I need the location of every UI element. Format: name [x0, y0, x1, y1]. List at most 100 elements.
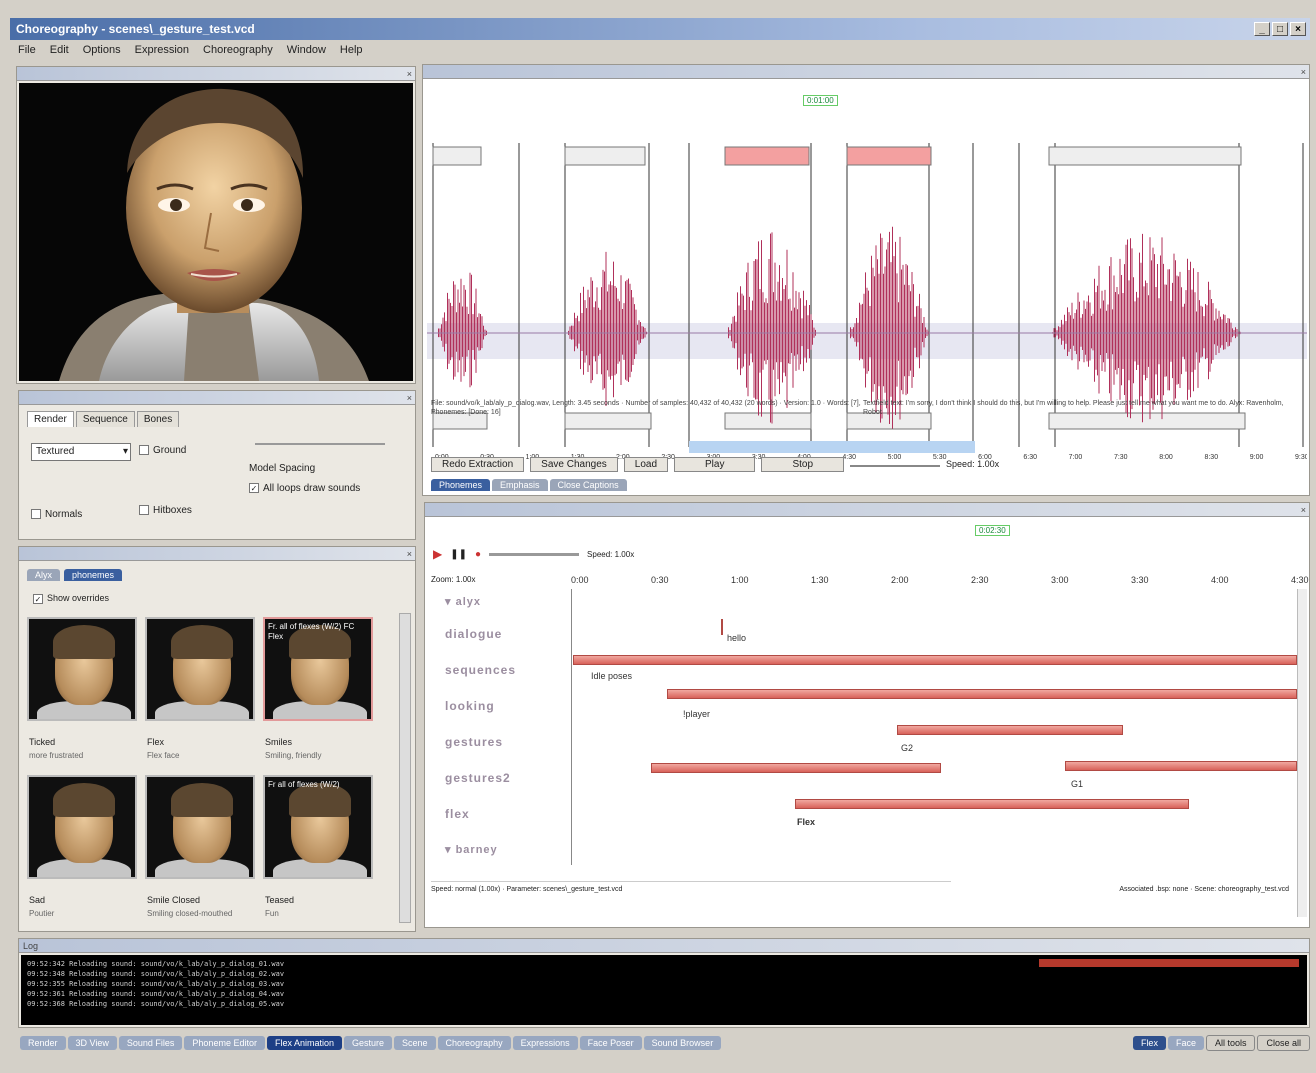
normals-option[interactable]: Normals	[31, 509, 82, 520]
expression-thumb[interactable]	[27, 617, 137, 721]
tab-phonemes[interactable]: Phonemes	[431, 479, 491, 491]
all-tools-button[interactable]: All tools	[1205, 1035, 1256, 1051]
tab-alyx[interactable]: Alyx	[27, 569, 61, 581]
window-tab[interactable]: Render	[20, 1036, 66, 1050]
tab-emphasis[interactable]: Emphasis	[492, 479, 548, 491]
track-flex[interactable]: flex	[445, 807, 470, 821]
menu-expression[interactable]: Expression	[135, 44, 189, 56]
face-tab[interactable]: Face	[1167, 1036, 1204, 1050]
window-tab[interactable]: 3D View	[67, 1036, 117, 1050]
record-icon[interactable]: ●	[475, 549, 481, 560]
scrub-slider[interactable]	[489, 552, 580, 556]
render-mode-dropdown[interactable]: Textured	[31, 443, 131, 461]
window-tab[interactable]: Phoneme Editor	[184, 1036, 265, 1050]
expression-name: Sad	[29, 895, 46, 905]
model-spacing-slider[interactable]	[255, 443, 385, 445]
maximize-icon[interactable]: □	[1272, 22, 1288, 36]
tab-render[interactable]: Render	[27, 411, 74, 427]
looking-event-bar[interactable]	[667, 689, 1297, 699]
stop-button[interactable]: Stop	[761, 457, 845, 472]
track-looking[interactable]: looking	[445, 699, 495, 713]
expression-desc: Poutier	[29, 909, 55, 918]
timeline-tick-label: 3:00	[1051, 575, 1069, 585]
expression-thumb[interactable]	[145, 617, 255, 721]
timeline-tick-label: 1:00	[731, 575, 749, 585]
tab-phonemes[interactable]: phonemes	[64, 569, 123, 581]
gesture2-event-bar[interactable]	[651, 763, 941, 773]
track-gestures2[interactable]: gestures2	[445, 771, 511, 785]
close-icon[interactable]: ×	[1301, 503, 1306, 517]
menu-window[interactable]: Window	[287, 44, 326, 56]
expression-overlay: Fr all of flexes (W/2)	[268, 780, 340, 789]
actor-barney[interactable]: ▾ barney	[445, 843, 498, 856]
expressions-scrollbar[interactable]	[399, 613, 411, 923]
expression-thumb[interactable]	[27, 775, 137, 879]
window-tab[interactable]: Choreography	[437, 1036, 511, 1050]
close-icon[interactable]: ×	[1290, 22, 1306, 36]
dialogue-event-label: hello	[727, 633, 747, 643]
window-tab[interactable]: Face Poser	[579, 1036, 642, 1050]
timeline-footer-left: Speed: normal (1.00x) · Parameter: scene…	[431, 881, 951, 894]
choreography-panel: × 0:02:30 ▶ ❚❚ ● Speed: 1.00x Zoom: 1.00…	[424, 502, 1310, 928]
log-line: 09:52:368 Reloading sound: sound/vo/k_la…	[27, 1000, 285, 1008]
menu-file[interactable]: File	[18, 44, 36, 56]
play-button[interactable]: Play	[674, 457, 756, 472]
menu-options[interactable]: Options	[83, 44, 121, 56]
show-overrides-option[interactable]: ✓ Show overrides	[33, 593, 109, 604]
time-ruler[interactable]: 0:00 0:30 1:00 1:30 2:00 2:30 3:00 3:30 4:00 4:30	[565, 575, 1309, 589]
track-sequences[interactable]: sequences	[445, 663, 516, 677]
selection-range	[689, 441, 975, 453]
window-tab[interactable]: Expressions	[512, 1036, 578, 1050]
close-icon[interactable]: ×	[407, 547, 412, 561]
save-changes-button[interactable]: Save Changes	[530, 457, 618, 472]
close-all-button[interactable]: Close all	[1257, 1035, 1310, 1051]
track-gestures[interactable]: gestures	[445, 735, 503, 749]
flex-tab[interactable]: Flex	[1132, 1036, 1166, 1050]
close-icon[interactable]: ×	[407, 67, 412, 81]
sequence-event-bar[interactable]	[573, 655, 1297, 665]
track-dialogue[interactable]: dialogue	[445, 627, 502, 641]
gesture2-event-label: G1	[1071, 779, 1084, 789]
play-icon[interactable]: ▶	[433, 547, 442, 561]
pause-icon[interactable]: ❚❚	[450, 549, 467, 560]
timeline-scrollbar[interactable]	[1297, 589, 1307, 917]
dialogue-event[interactable]	[721, 619, 723, 635]
hitboxes-option[interactable]: Hitboxes	[139, 505, 192, 516]
window-tab[interactable]: Sound Files	[118, 1036, 183, 1050]
menu-edit[interactable]: Edit	[50, 44, 69, 56]
log-output[interactable]: 09:52:342 Reloading sound: sound/vo/k_la…	[21, 955, 1307, 1025]
face-render-view[interactable]	[19, 83, 413, 381]
actor-alyx[interactable]: ▾ alyx	[445, 595, 481, 608]
expression-thumb-selected[interactable]: Fr. all of flexes (W/2) FC Flex	[263, 617, 373, 721]
word-box	[846, 146, 932, 166]
window-tab[interactable]: Sound Browser	[643, 1036, 722, 1050]
render-options-panel: × Render Sequence Bones Textured Ground …	[18, 390, 416, 540]
menu-choreography[interactable]: Choreography	[203, 44, 273, 56]
tab-close-captions[interactable]: Close Captions	[549, 479, 627, 491]
window-tab[interactable]: Gesture	[344, 1036, 393, 1050]
gesture2-event-bar[interactable]	[1065, 761, 1297, 771]
load-button[interactable]: Load	[623, 457, 669, 472]
gesture-event-bar[interactable]	[897, 725, 1123, 735]
flex-event-bar[interactable]	[795, 799, 1189, 809]
expression-thumb[interactable]	[145, 775, 255, 879]
tab-sequence[interactable]: Sequence	[75, 411, 135, 427]
minimize-icon[interactable]: _	[1254, 22, 1270, 36]
all-loops-option[interactable]: ✓ All loops draw sounds	[249, 483, 360, 494]
close-icon[interactable]: ×	[407, 391, 412, 405]
speed-slider[interactable]	[850, 465, 941, 467]
window-tab-active[interactable]: Flex Animation	[266, 1036, 342, 1050]
tab-bones[interactable]: Bones	[136, 411, 180, 427]
window-tab[interactable]: Scene	[394, 1036, 436, 1050]
expression-name: Ticked	[29, 737, 56, 747]
menu-help[interactable]: Help	[340, 44, 363, 56]
expressions-panel: × Alyx phonemes ✓ Show overrides Ticked m…	[18, 546, 416, 932]
window-tabs-bar: Render 3D View Sound Files Phoneme Edito…	[18, 1030, 1310, 1056]
redo-extraction-button[interactable]: Redo Extraction	[431, 457, 525, 472]
looking-event-label: !player	[683, 709, 711, 719]
ground-option[interactable]: Ground	[139, 445, 186, 456]
timeline-tick-label: 4:30	[1291, 575, 1309, 585]
expression-thumb[interactable]: Fr all of flexes (W/2)	[263, 775, 373, 879]
close-icon[interactable]: ×	[1301, 65, 1306, 79]
checkbox-checked-icon: ✓	[249, 483, 259, 494]
